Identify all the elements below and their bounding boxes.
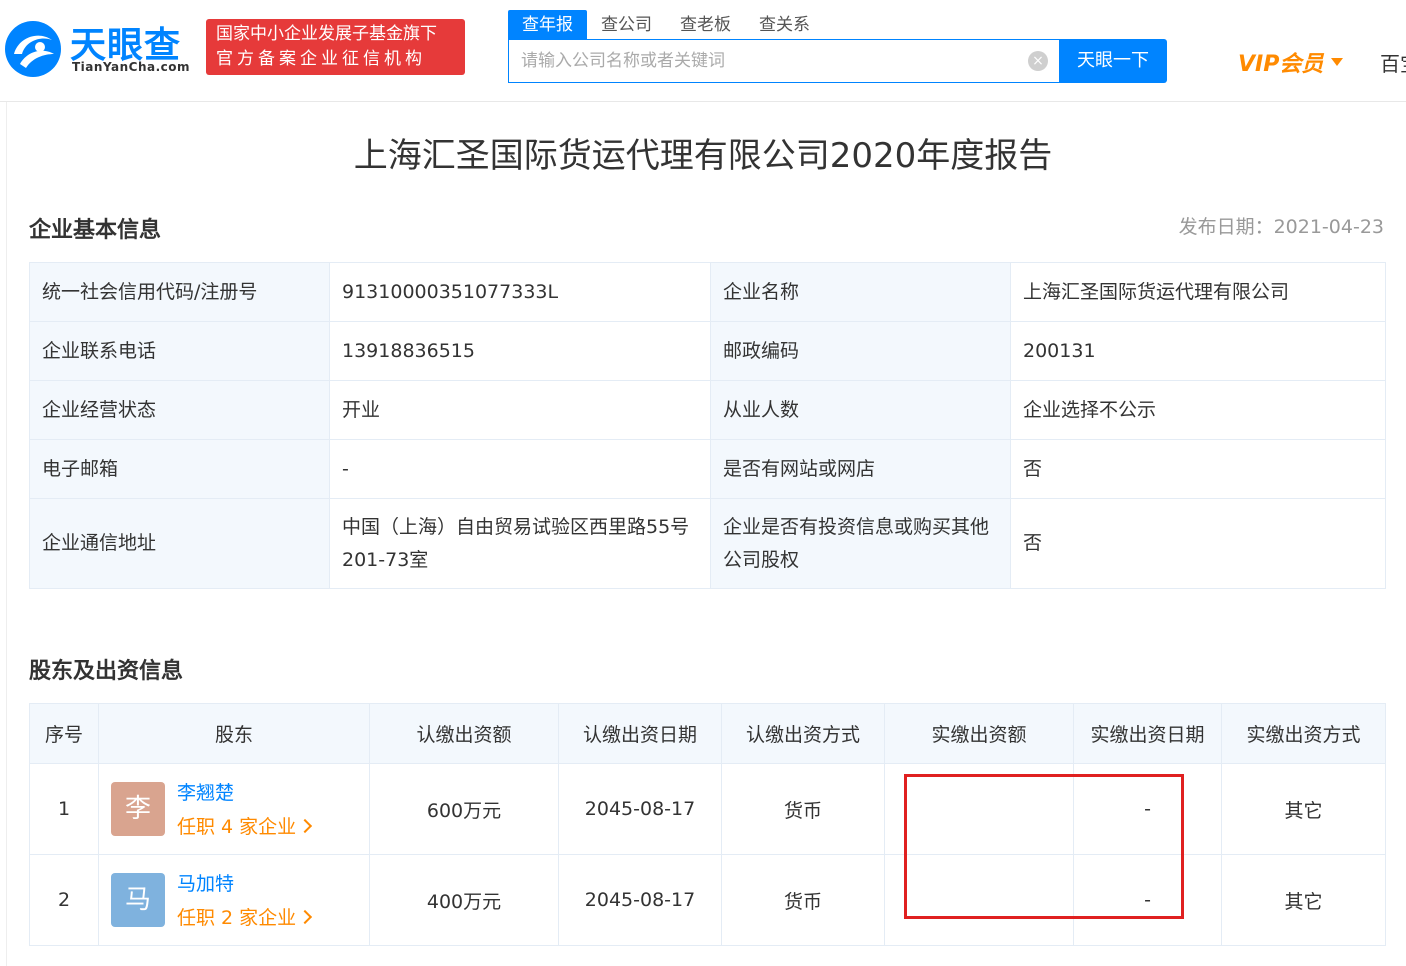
info-label: 邮政编码 bbox=[710, 321, 1011, 381]
info-label: 是否有网站或网店 bbox=[710, 439, 1011, 499]
column-header: 认缴出资额 bbox=[369, 703, 559, 764]
paid-method: 其它 bbox=[1221, 763, 1386, 855]
info-label: 从业人数 bbox=[710, 380, 1011, 440]
search-tabs: 查年报 查公司 查老板 查关系 bbox=[508, 10, 824, 40]
tab-annual-report[interactable]: 查年报 bbox=[508, 10, 587, 40]
top-header: 天眼查 TianYanCha.com 国家中小企业发展子基金旗下 官方备案企业征… bbox=[0, 0, 1406, 102]
info-value: 企业选择不公示 bbox=[1010, 380, 1386, 440]
paid-date: - bbox=[1073, 763, 1222, 855]
basic-info-table: 统一社会信用代码/注册号 91310000351077333L 企业名称 上海汇… bbox=[29, 262, 1386, 589]
badge-line2: 官方备案企业征信机构 bbox=[216, 49, 426, 69]
info-label: 企业是否有投资信息或购买其他公司股权 bbox=[710, 498, 1011, 589]
paid-amount bbox=[884, 854, 1074, 946]
info-label: 统一社会信用代码/注册号 bbox=[29, 262, 330, 322]
holder-cell: 李 李翘楚 任职 4 家企业 bbox=[98, 763, 370, 855]
tab-relation[interactable]: 查关系 bbox=[745, 10, 824, 40]
holder-companies-label: 任职 2 家企业 bbox=[177, 907, 297, 929]
row-index: 1 bbox=[29, 763, 99, 855]
holder-companies-link[interactable]: 任职 2 家企业 bbox=[177, 903, 313, 930]
column-header: 认缴出资日期 bbox=[558, 703, 722, 764]
holder-name-link[interactable]: 李翘楚 bbox=[177, 778, 234, 805]
column-header: 认缴出资方式 bbox=[721, 703, 885, 764]
tab-boss[interactable]: 查老板 bbox=[666, 10, 745, 40]
info-value: 否 bbox=[1010, 439, 1386, 499]
search-button[interactable]: 天眼一下 bbox=[1059, 39, 1167, 83]
chevron-right-icon bbox=[298, 909, 313, 925]
vip-menu[interactable]: VIP会员 bbox=[1238, 46, 1344, 78]
info-value: 否 bbox=[1010, 498, 1386, 589]
column-header: 实缴出资方式 bbox=[1221, 703, 1386, 764]
table-row: 电子邮箱 - 是否有网站或网店 否 bbox=[29, 439, 1386, 499]
subscribed-date: 2045-08-17 bbox=[558, 763, 722, 855]
search-input[interactable] bbox=[509, 40, 1060, 82]
column-header: 实缴出资日期 bbox=[1073, 703, 1222, 764]
column-header: 实缴出资额 bbox=[884, 703, 1074, 764]
table-row: 企业经营状态 开业 从业人数 企业选择不公示 bbox=[29, 380, 1386, 440]
tab-company[interactable]: 查公司 bbox=[587, 10, 666, 40]
logo-swirl-icon bbox=[5, 21, 61, 77]
info-value: 13918836515 bbox=[329, 321, 711, 381]
column-header: 序号 bbox=[29, 703, 99, 764]
holder-companies-link[interactable]: 任职 4 家企业 bbox=[177, 812, 313, 839]
subscribed-date: 2045-08-17 bbox=[558, 854, 722, 946]
info-label: 电子邮箱 bbox=[29, 439, 330, 499]
paid-date: - bbox=[1073, 854, 1222, 946]
info-value: 开业 bbox=[329, 380, 711, 440]
info-label: 企业联系电话 bbox=[29, 321, 330, 381]
subscribed-amount: 600万元 bbox=[369, 763, 559, 855]
left-border-line bbox=[6, 102, 7, 966]
avatar[interactable]: 李 bbox=[111, 782, 165, 836]
page-title: 上海汇圣国际货运代理有限公司2020年度报告 bbox=[353, 136, 1053, 176]
badge-line1: 国家中小企业发展子基金旗下 bbox=[216, 24, 437, 44]
avatar[interactable]: 马 bbox=[111, 873, 165, 927]
holder-companies-label: 任职 4 家企业 bbox=[177, 816, 297, 838]
shareholders-table: 序号 股东 认缴出资额 认缴出资日期 认缴出资方式 实缴出资额 实缴出资日期 实… bbox=[29, 703, 1386, 946]
paid-method: 其它 bbox=[1221, 854, 1386, 946]
clear-icon[interactable]: × bbox=[1028, 51, 1048, 71]
table-row: 1 李 李翘楚 任职 4 家企业 600万元 2045-08-17 货币 - 其… bbox=[29, 763, 1386, 855]
caret-down-icon bbox=[1331, 58, 1344, 66]
table-row: 2 马 马加特 任职 2 家企业 400万元 2045-08-17 货币 - 其… bbox=[29, 854, 1386, 946]
table-row: 企业联系电话 13918836515 邮政编码 200131 bbox=[29, 321, 1386, 381]
subscribed-amount: 400万元 bbox=[369, 854, 559, 946]
vip-label: VIP会员 bbox=[1238, 52, 1324, 77]
info-value: 200131 bbox=[1010, 321, 1386, 381]
info-label: 企业名称 bbox=[710, 262, 1011, 322]
publish-date: 发布日期：2021-04-23 bbox=[1178, 216, 1384, 238]
column-header: 股东 bbox=[98, 703, 370, 764]
table-row: 企业通信地址 中国（上海）自由贸易试验区西里路55号201-73室 企业是否有投… bbox=[29, 498, 1386, 589]
subscribed-method: 货币 bbox=[721, 854, 885, 946]
logo-pinyin: TianYanCha.com bbox=[72, 60, 191, 74]
info-value: 上海汇圣国际货运代理有限公司 bbox=[1010, 262, 1386, 322]
info-label: 企业通信地址 bbox=[29, 498, 330, 589]
table-header-row: 序号 股东 认缴出资额 认缴出资日期 认缴出资方式 实缴出资额 实缴出资日期 实… bbox=[29, 703, 1386, 764]
baike-link[interactable]: 百宝 bbox=[1380, 48, 1406, 77]
paid-amount bbox=[884, 763, 1074, 855]
chevron-right-icon bbox=[298, 818, 313, 834]
row-index: 2 bbox=[29, 854, 99, 946]
official-badge: 国家中小企业发展子基金旗下 官方备案企业征信机构 bbox=[206, 19, 465, 75]
info-label: 企业经营状态 bbox=[29, 380, 330, 440]
shareholders-title: 股东及出资信息 bbox=[29, 659, 184, 684]
basic-info-title: 企业基本信息 bbox=[29, 218, 162, 243]
holder-name-link[interactable]: 马加特 bbox=[177, 869, 234, 896]
info-value: 中国（上海）自由贸易试验区西里路55号201-73室 bbox=[329, 498, 711, 589]
info-value: 91310000351077333L bbox=[329, 262, 711, 322]
info-value: - bbox=[329, 439, 711, 499]
search-box: × bbox=[508, 39, 1060, 83]
subscribed-method: 货币 bbox=[721, 763, 885, 855]
holder-cell: 马 马加特 任职 2 家企业 bbox=[98, 854, 370, 946]
table-row: 统一社会信用代码/注册号 91310000351077333L 企业名称 上海汇… bbox=[29, 262, 1386, 322]
tianyancha-logo[interactable]: 天眼查 TianYanCha.com bbox=[4, 16, 194, 78]
